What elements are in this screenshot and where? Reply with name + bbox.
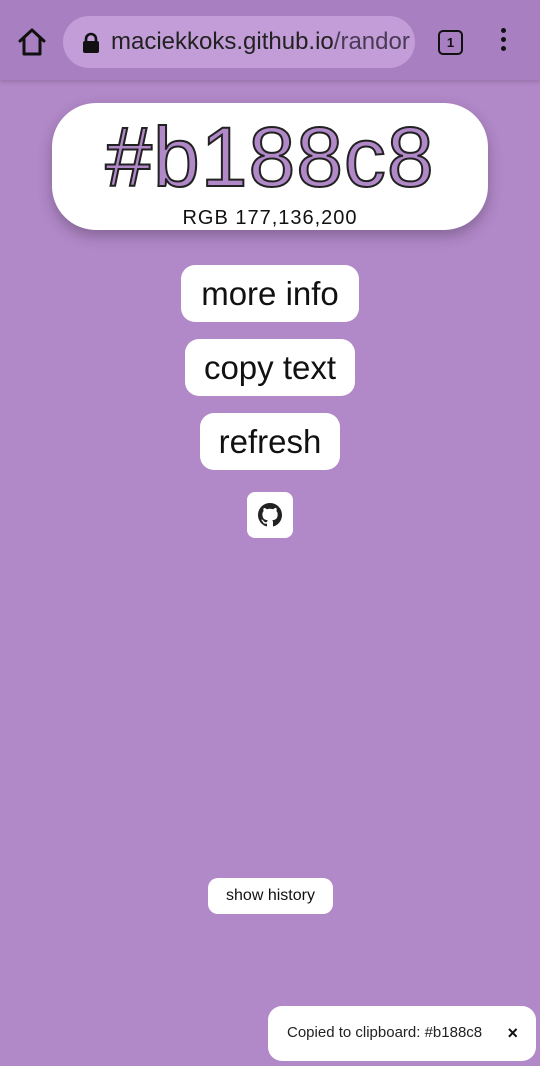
hex-code: #b188c8 [104,109,435,205]
url-path: /randor [333,28,410,55]
browser-toolbar: maciekkoks.github.io/randor 1 [0,0,540,80]
show-history-button[interactable]: show history [208,878,333,914]
color-card: #b188c8 RGB 177,136,200 [52,103,488,230]
tab-switcher-button[interactable]: 1 [438,30,463,55]
github-button[interactable] [247,492,293,538]
refresh-button[interactable]: refresh [200,413,340,470]
github-icon [258,503,282,527]
more-info-button[interactable]: more info [181,265,359,322]
rgb-value: RGB 177,136,200 [182,207,358,229]
home-icon[interactable] [14,24,50,60]
toast-message: Copied to clipboard: #b188c8 [287,1024,483,1041]
copy-text-button[interactable]: copy text [185,339,355,396]
url-text: maciekkoks.github.io/randor [111,28,410,56]
clipboard-toast: Copied to clipboard: #b188c8 × [268,1006,536,1061]
close-icon[interactable]: × [507,1022,518,1044]
lock-icon [81,32,101,54]
address-bar[interactable]: maciekkoks.github.io/randor [63,16,415,68]
url-domain: maciekkoks.github.io [111,28,334,55]
overflow-menu-icon[interactable] [494,28,512,56]
